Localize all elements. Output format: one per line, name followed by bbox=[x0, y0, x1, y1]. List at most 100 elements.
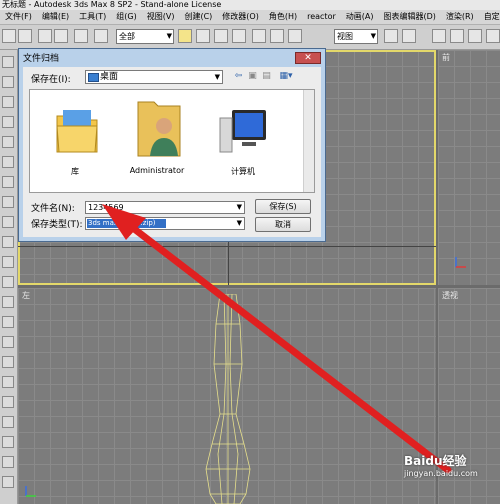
unlink-icon[interactable] bbox=[54, 29, 68, 43]
back-icon[interactable]: ⇦ bbox=[233, 71, 244, 82]
file-item-label: Administrator bbox=[129, 166, 185, 175]
snap-icon[interactable] bbox=[432, 29, 446, 43]
dialog-title: 文件归档 bbox=[23, 54, 60, 64]
tool-icon-21[interactable] bbox=[2, 456, 14, 468]
viewport-front-label: 前 bbox=[442, 53, 450, 62]
menu-character[interactable]: 角色(H) bbox=[264, 10, 302, 24]
save-in-label: 保存在(I): bbox=[31, 75, 71, 85]
tool-icon-5[interactable] bbox=[2, 136, 14, 148]
link-icon[interactable] bbox=[38, 29, 52, 43]
rotate-icon[interactable] bbox=[270, 29, 284, 43]
reference-coord-select[interactable]: 视图 ▼ bbox=[334, 29, 378, 44]
computer-icon bbox=[219, 110, 266, 153]
menu-modifiers[interactable]: 修改器(O) bbox=[217, 10, 264, 24]
tool-icon-19[interactable] bbox=[2, 416, 14, 428]
move-icon[interactable] bbox=[252, 29, 266, 43]
wireframe-object bbox=[205, 294, 251, 504]
save-in-value: 桌面 bbox=[100, 72, 119, 82]
library-folder-icon bbox=[56, 110, 98, 153]
user-folder-icon bbox=[137, 101, 181, 157]
filetype-select[interactable]: 3ds max 归档(*.zip) ▼ bbox=[85, 217, 245, 230]
main-toolbar: 全部 ▼ 视图 ▼ bbox=[0, 25, 500, 50]
tool-icon-8[interactable] bbox=[2, 196, 14, 208]
file-item-label: 库 bbox=[71, 167, 79, 176]
menu-tools[interactable]: 工具(T) bbox=[74, 10, 111, 24]
watermark-brand: Baidu经验 bbox=[404, 454, 467, 468]
menu-reactor[interactable]: reactor bbox=[302, 10, 341, 24]
tool-icon-11[interactable] bbox=[2, 256, 14, 268]
left-toolbar bbox=[0, 50, 18, 504]
selection-filter-select[interactable]: 全部 ▼ bbox=[116, 29, 174, 44]
tool-icon-12[interactable] bbox=[2, 276, 14, 288]
window-titlebar: 无标题 - Autodesk 3ds Max 8 SP2 - Stand-alo… bbox=[0, 0, 500, 10]
window-title: 无标题 - Autodesk 3ds Max 8 SP2 - Stand-alo… bbox=[2, 0, 222, 9]
tool-icon-14[interactable] bbox=[2, 316, 14, 328]
axis-gizmo-icon bbox=[455, 257, 466, 268]
cancel-button[interactable]: 取消 bbox=[255, 217, 311, 232]
rect-region-icon[interactable] bbox=[214, 29, 228, 43]
viewport-front[interactable]: 前 bbox=[438, 50, 500, 285]
angle-snap-icon[interactable] bbox=[450, 29, 464, 43]
close-button[interactable]: ✕ bbox=[295, 52, 321, 64]
redo-icon[interactable] bbox=[18, 29, 32, 43]
view-menu-icon[interactable]: ▦▾ bbox=[277, 71, 295, 82]
menu-graph-editors[interactable]: 图表编辑器(D) bbox=[378, 10, 440, 24]
tool-icon-4[interactable] bbox=[2, 116, 14, 128]
filename-input[interactable]: 1234569 ▼ bbox=[85, 201, 245, 214]
tool-icon-18[interactable] bbox=[2, 396, 14, 408]
file-list: 库 Administrator 计算机 bbox=[29, 89, 315, 193]
filetype-label: 保存类型(T): bbox=[31, 220, 83, 230]
desktop-icon bbox=[88, 73, 99, 82]
chevron-down-icon: ▼ bbox=[236, 203, 242, 211]
filename-label: 文件名(N): bbox=[31, 204, 75, 214]
menu-rendering[interactable]: 渲染(R) bbox=[441, 10, 479, 24]
tool-icon-7[interactable] bbox=[2, 176, 14, 188]
tool-icon-2[interactable] bbox=[2, 76, 14, 88]
dialog-body: 保存在(I): 桌面 ▼ ⇦ ▣ ▤ ▦▾ 库 Administrator 计算… bbox=[23, 67, 321, 237]
viewport-left[interactable]: 左 bbox=[18, 288, 436, 504]
percent-snap-icon[interactable] bbox=[468, 29, 482, 43]
save-button[interactable]: 保存(S) bbox=[255, 199, 311, 214]
tool-icon-13[interactable] bbox=[2, 296, 14, 308]
tool-icon-1[interactable] bbox=[2, 56, 14, 68]
new-folder-icon[interactable]: ▤ bbox=[261, 71, 272, 82]
tool-icon-16[interactable] bbox=[2, 356, 14, 368]
pivot-icon[interactable] bbox=[384, 29, 398, 43]
menu-edit[interactable]: 编辑(E) bbox=[37, 10, 74, 24]
watermark-url: jingyan.baidu.com bbox=[404, 469, 478, 478]
filetype-value: 3ds max 归档(*.zip) bbox=[87, 219, 166, 228]
archive-dialog: 文件归档 ✕ 保存在(I): 桌面 ▼ ⇦ ▣ ▤ ▦▾ 库 Administr… bbox=[18, 48, 326, 242]
scrollbar[interactable] bbox=[303, 90, 314, 192]
undo-icon[interactable] bbox=[2, 29, 16, 43]
menu-bar: 文件(F) 编辑(E) 工具(T) 组(G) 视图(V) 创建(C) 修改器(O… bbox=[0, 10, 500, 25]
filename-value: 1234569 bbox=[88, 203, 124, 212]
manipulate-icon[interactable] bbox=[402, 29, 416, 43]
select-object-icon[interactable] bbox=[178, 29, 192, 43]
spacewarp-icon[interactable] bbox=[94, 29, 108, 43]
menu-file[interactable]: 文件(F) bbox=[0, 10, 37, 24]
window-crossing-icon[interactable] bbox=[232, 29, 246, 43]
axis-gizmo-icon bbox=[25, 486, 36, 497]
tool-icon-17[interactable] bbox=[2, 376, 14, 388]
tool-icon-15[interactable] bbox=[2, 336, 14, 348]
viewport-perspective-label: 透视 bbox=[442, 291, 458, 300]
select-by-name-icon[interactable] bbox=[196, 29, 210, 43]
up-folder-icon[interactable]: ▣ bbox=[247, 71, 258, 82]
menu-create[interactable]: 创建(C) bbox=[179, 10, 217, 24]
tool-icon-3[interactable] bbox=[2, 96, 14, 108]
tool-icon-22[interactable] bbox=[2, 476, 14, 488]
menu-views[interactable]: 视图(V) bbox=[142, 10, 180, 24]
scale-icon[interactable] bbox=[288, 29, 302, 43]
tool-icon-20[interactable] bbox=[2, 436, 14, 448]
save-in-select[interactable]: 桌面 ▼ bbox=[85, 70, 223, 84]
tool-icon-6[interactable] bbox=[2, 156, 14, 168]
tool-icon-10[interactable] bbox=[2, 236, 14, 248]
tool-icon-9[interactable] bbox=[2, 216, 14, 228]
menu-animation[interactable]: 动画(A) bbox=[341, 10, 379, 24]
menu-customize[interactable]: 自定义(U) bbox=[479, 10, 500, 24]
chevron-down-icon: ▼ bbox=[214, 73, 220, 81]
menu-group[interactable]: 组(G) bbox=[111, 10, 141, 24]
viewport-left-label: 左 bbox=[22, 291, 30, 300]
spinner-snap-icon[interactable] bbox=[486, 29, 500, 43]
bind-icon[interactable] bbox=[74, 29, 88, 43]
